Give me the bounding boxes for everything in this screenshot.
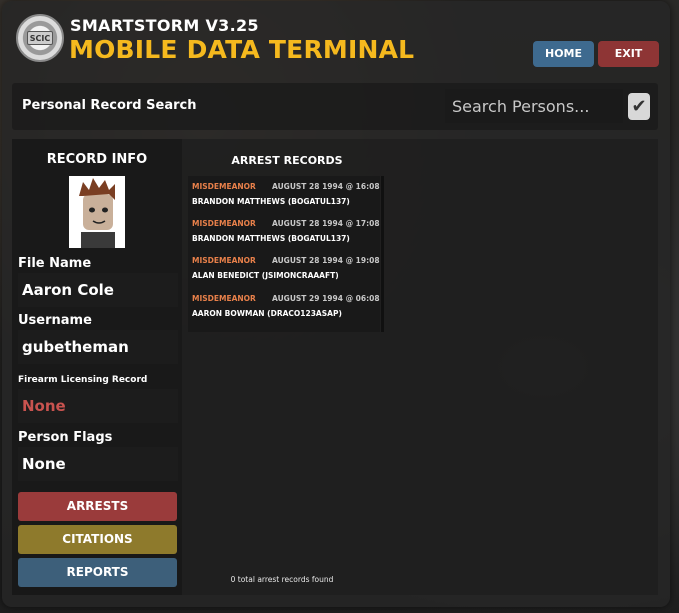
record-date: AUGUST 28 1994 @ 17:08: [272, 219, 380, 228]
logo-text: SCIC: [27, 31, 53, 45]
app-version: SMARTSTORM V3.25: [70, 16, 259, 35]
citations-button[interactable]: CITATIONS: [18, 525, 177, 554]
person-flags-value: None: [18, 447, 178, 481]
scic-seal-logo: SCIC: [16, 14, 64, 62]
firearm-label: Firearm Licensing Record: [18, 375, 148, 385]
avatar-image: [69, 176, 125, 248]
record-date: AUGUST 28 1994 @ 16:08: [272, 182, 380, 191]
record-date: AUGUST 29 1994 @ 06:08: [272, 294, 380, 303]
search-checkbox[interactable]: ✔: [628, 93, 650, 120]
record-type: MISDEMEANOR: [192, 294, 256, 303]
record-name: BRANDON MATTHEWS (BOGATUL137): [192, 234, 350, 243]
arrest-record-item[interactable]: MISDEMEANOR AUGUST 28 1994 @ 19:08 ALAN …: [192, 256, 382, 288]
arrest-record-item[interactable]: MISDEMEANOR AUGUST 28 1994 @ 16:08 BRAND…: [192, 182, 382, 214]
record-info-title: RECORD INFO: [46, 152, 148, 167]
check-icon: ✔: [631, 96, 647, 116]
app-title: MOBILE DATA TERMINAL: [69, 35, 415, 64]
total-records-count: 0 total arrest records found: [230, 575, 334, 584]
arrest-record-item[interactable]: MISDEMEANOR AUGUST 28 1994 @ 17:08 BRAND…: [192, 219, 382, 251]
record-date: AUGUST 28 1994 @ 19:08: [272, 256, 380, 265]
record-type: MISDEMEANOR: [192, 182, 256, 191]
record-type: MISDEMEANOR: [192, 219, 256, 228]
search-title: Personal Record Search: [22, 98, 197, 113]
username-value: gubetheman: [18, 330, 178, 364]
file-name-label: File Name: [18, 256, 92, 271]
search-input[interactable]: [445, 89, 623, 123]
avatar: [69, 176, 125, 248]
file-name-value: Aaron Cole: [18, 273, 178, 307]
record-type: MISDEMEANOR: [192, 256, 256, 265]
record-name: BRANDON MATTHEWS (BOGATUL137): [192, 197, 350, 206]
home-button[interactable]: HOME: [533, 41, 594, 67]
firearm-value: None: [18, 389, 178, 423]
arrests-button[interactable]: ARRESTS: [18, 492, 177, 521]
record-name: ALAN BENEDICT (JSIMONCRAAAFT): [192, 271, 339, 280]
arrest-records-title: ARREST RECORDS: [231, 154, 343, 167]
arrest-record-item[interactable]: MISDEMEANOR AUGUST 29 1994 @ 06:08 AARON…: [192, 294, 382, 326]
reports-button[interactable]: REPORTS: [18, 558, 177, 587]
username-label: Username: [18, 313, 92, 328]
record-name: AARON BOWMAN (DRACO123ASAP): [192, 309, 342, 318]
exit-button[interactable]: EXIT: [598, 41, 659, 67]
person-flags-label: Person Flags: [18, 430, 113, 445]
